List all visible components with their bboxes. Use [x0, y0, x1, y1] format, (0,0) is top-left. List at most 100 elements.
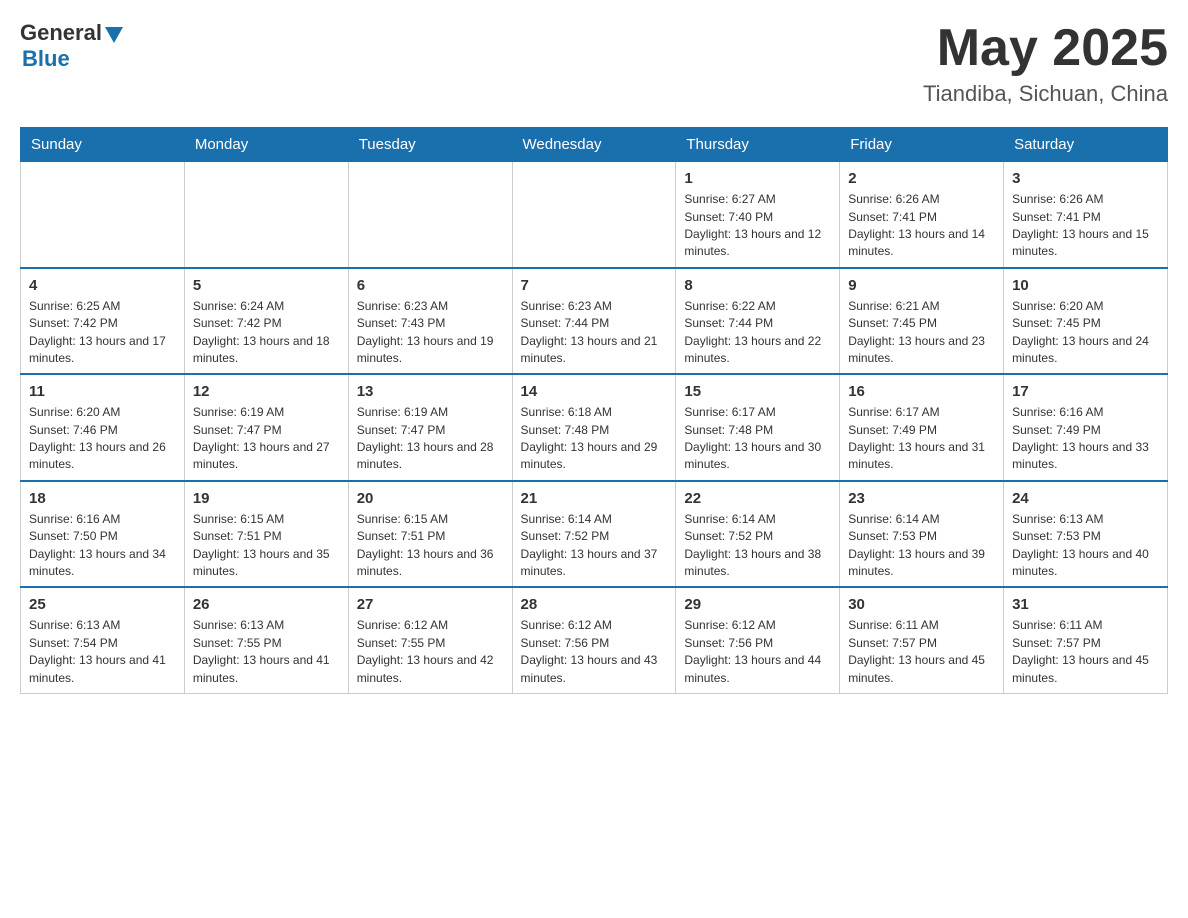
day-info: Sunrise: 6:17 AM Sunset: 7:49 PM Dayligh…: [848, 404, 995, 474]
calendar-cell: 14Sunrise: 6:18 AM Sunset: 7:48 PM Dayli…: [512, 374, 676, 481]
day-info: Sunrise: 6:19 AM Sunset: 7:47 PM Dayligh…: [193, 404, 340, 474]
calendar-cell: 26Sunrise: 6:13 AM Sunset: 7:55 PM Dayli…: [184, 587, 348, 693]
day-info: Sunrise: 6:12 AM Sunset: 7:55 PM Dayligh…: [357, 617, 504, 687]
calendar-header-sunday: Sunday: [21, 128, 185, 162]
logo-general: General: [20, 20, 102, 46]
calendar-cell: 19Sunrise: 6:15 AM Sunset: 7:51 PM Dayli…: [184, 481, 348, 588]
day-number: 6: [357, 275, 504, 296]
day-number: 10: [1012, 275, 1159, 296]
day-number: 11: [29, 381, 176, 402]
day-number: 3: [1012, 168, 1159, 189]
logo: General Blue: [20, 20, 123, 72]
calendar-header-thursday: Thursday: [676, 128, 840, 162]
calendar-cell: [184, 162, 348, 268]
day-info: Sunrise: 6:26 AM Sunset: 7:41 PM Dayligh…: [848, 191, 995, 261]
day-info: Sunrise: 6:11 AM Sunset: 7:57 PM Dayligh…: [848, 617, 995, 687]
day-info: Sunrise: 6:13 AM Sunset: 7:53 PM Dayligh…: [1012, 511, 1159, 581]
day-number: 25: [29, 594, 176, 615]
calendar-table: SundayMondayTuesdayWednesdayThursdayFrid…: [20, 127, 1168, 694]
calendar-cell: 15Sunrise: 6:17 AM Sunset: 7:48 PM Dayli…: [676, 374, 840, 481]
day-number: 1: [684, 168, 831, 189]
calendar-cell: 25Sunrise: 6:13 AM Sunset: 7:54 PM Dayli…: [21, 587, 185, 693]
day-info: Sunrise: 6:11 AM Sunset: 7:57 PM Dayligh…: [1012, 617, 1159, 687]
location-title: Tiandiba, Sichuan, China: [923, 81, 1168, 107]
day-info: Sunrise: 6:16 AM Sunset: 7:49 PM Dayligh…: [1012, 404, 1159, 474]
day-number: 18: [29, 488, 176, 509]
calendar-cell: 29Sunrise: 6:12 AM Sunset: 7:56 PM Dayli…: [676, 587, 840, 693]
day-number: 31: [1012, 594, 1159, 615]
day-number: 14: [521, 381, 668, 402]
day-number: 26: [193, 594, 340, 615]
calendar-cell: 2Sunrise: 6:26 AM Sunset: 7:41 PM Daylig…: [840, 162, 1004, 268]
day-number: 17: [1012, 381, 1159, 402]
calendar-cell: 1Sunrise: 6:27 AM Sunset: 7:40 PM Daylig…: [676, 162, 840, 268]
calendar-cell: 30Sunrise: 6:11 AM Sunset: 7:57 PM Dayli…: [840, 587, 1004, 693]
day-number: 28: [521, 594, 668, 615]
calendar-header-row: SundayMondayTuesdayWednesdayThursdayFrid…: [21, 128, 1168, 162]
day-info: Sunrise: 6:14 AM Sunset: 7:52 PM Dayligh…: [521, 511, 668, 581]
calendar-week-row: 18Sunrise: 6:16 AM Sunset: 7:50 PM Dayli…: [21, 481, 1168, 588]
day-number: 4: [29, 275, 176, 296]
day-number: 23: [848, 488, 995, 509]
month-title: May 2025: [923, 20, 1168, 77]
calendar-cell: 17Sunrise: 6:16 AM Sunset: 7:49 PM Dayli…: [1004, 374, 1168, 481]
calendar-week-row: 11Sunrise: 6:20 AM Sunset: 7:46 PM Dayli…: [21, 374, 1168, 481]
calendar-cell: 28Sunrise: 6:12 AM Sunset: 7:56 PM Dayli…: [512, 587, 676, 693]
logo-triangle-icon: [105, 27, 123, 43]
calendar-header-tuesday: Tuesday: [348, 128, 512, 162]
calendar-week-row: 4Sunrise: 6:25 AM Sunset: 7:42 PM Daylig…: [21, 268, 1168, 375]
calendar-cell: [348, 162, 512, 268]
day-number: 7: [521, 275, 668, 296]
day-number: 19: [193, 488, 340, 509]
day-info: Sunrise: 6:12 AM Sunset: 7:56 PM Dayligh…: [684, 617, 831, 687]
calendar-header-saturday: Saturday: [1004, 128, 1168, 162]
day-info: Sunrise: 6:14 AM Sunset: 7:52 PM Dayligh…: [684, 511, 831, 581]
day-info: Sunrise: 6:23 AM Sunset: 7:43 PM Dayligh…: [357, 298, 504, 368]
calendar-cell: 24Sunrise: 6:13 AM Sunset: 7:53 PM Dayli…: [1004, 481, 1168, 588]
calendar-week-row: 1Sunrise: 6:27 AM Sunset: 7:40 PM Daylig…: [21, 162, 1168, 268]
day-info: Sunrise: 6:12 AM Sunset: 7:56 PM Dayligh…: [521, 617, 668, 687]
calendar-cell: 4Sunrise: 6:25 AM Sunset: 7:42 PM Daylig…: [21, 268, 185, 375]
day-info: Sunrise: 6:15 AM Sunset: 7:51 PM Dayligh…: [357, 511, 504, 581]
calendar-cell: 7Sunrise: 6:23 AM Sunset: 7:44 PM Daylig…: [512, 268, 676, 375]
calendar-cell: 16Sunrise: 6:17 AM Sunset: 7:49 PM Dayli…: [840, 374, 1004, 481]
day-number: 20: [357, 488, 504, 509]
calendar-cell: 5Sunrise: 6:24 AM Sunset: 7:42 PM Daylig…: [184, 268, 348, 375]
calendar-cell: 12Sunrise: 6:19 AM Sunset: 7:47 PM Dayli…: [184, 374, 348, 481]
calendar-cell: [21, 162, 185, 268]
day-number: 30: [848, 594, 995, 615]
day-number: 13: [357, 381, 504, 402]
day-number: 22: [684, 488, 831, 509]
day-number: 8: [684, 275, 831, 296]
calendar-cell: 13Sunrise: 6:19 AM Sunset: 7:47 PM Dayli…: [348, 374, 512, 481]
day-number: 27: [357, 594, 504, 615]
day-info: Sunrise: 6:17 AM Sunset: 7:48 PM Dayligh…: [684, 404, 831, 474]
day-info: Sunrise: 6:15 AM Sunset: 7:51 PM Dayligh…: [193, 511, 340, 581]
day-info: Sunrise: 6:27 AM Sunset: 7:40 PM Dayligh…: [684, 191, 831, 261]
calendar-cell: 11Sunrise: 6:20 AM Sunset: 7:46 PM Dayli…: [21, 374, 185, 481]
calendar-cell: 31Sunrise: 6:11 AM Sunset: 7:57 PM Dayli…: [1004, 587, 1168, 693]
calendar-cell: 20Sunrise: 6:15 AM Sunset: 7:51 PM Dayli…: [348, 481, 512, 588]
day-info: Sunrise: 6:16 AM Sunset: 7:50 PM Dayligh…: [29, 511, 176, 581]
day-info: Sunrise: 6:18 AM Sunset: 7:48 PM Dayligh…: [521, 404, 668, 474]
day-info: Sunrise: 6:26 AM Sunset: 7:41 PM Dayligh…: [1012, 191, 1159, 261]
calendar-cell: 6Sunrise: 6:23 AM Sunset: 7:43 PM Daylig…: [348, 268, 512, 375]
day-info: Sunrise: 6:21 AM Sunset: 7:45 PM Dayligh…: [848, 298, 995, 368]
day-number: 21: [521, 488, 668, 509]
day-number: 5: [193, 275, 340, 296]
day-info: Sunrise: 6:24 AM Sunset: 7:42 PM Dayligh…: [193, 298, 340, 368]
day-number: 12: [193, 381, 340, 402]
day-info: Sunrise: 6:14 AM Sunset: 7:53 PM Dayligh…: [848, 511, 995, 581]
day-info: Sunrise: 6:20 AM Sunset: 7:45 PM Dayligh…: [1012, 298, 1159, 368]
day-info: Sunrise: 6:20 AM Sunset: 7:46 PM Dayligh…: [29, 404, 176, 474]
day-number: 24: [1012, 488, 1159, 509]
calendar-header-wednesday: Wednesday: [512, 128, 676, 162]
calendar-cell: 10Sunrise: 6:20 AM Sunset: 7:45 PM Dayli…: [1004, 268, 1168, 375]
day-info: Sunrise: 6:25 AM Sunset: 7:42 PM Dayligh…: [29, 298, 176, 368]
page-header: General Blue May 2025 Tiandiba, Sichuan,…: [20, 20, 1168, 107]
day-number: 2: [848, 168, 995, 189]
logo-blue: Blue: [22, 46, 70, 72]
calendar-week-row: 25Sunrise: 6:13 AM Sunset: 7:54 PM Dayli…: [21, 587, 1168, 693]
calendar-cell: 21Sunrise: 6:14 AM Sunset: 7:52 PM Dayli…: [512, 481, 676, 588]
calendar-cell: [512, 162, 676, 268]
